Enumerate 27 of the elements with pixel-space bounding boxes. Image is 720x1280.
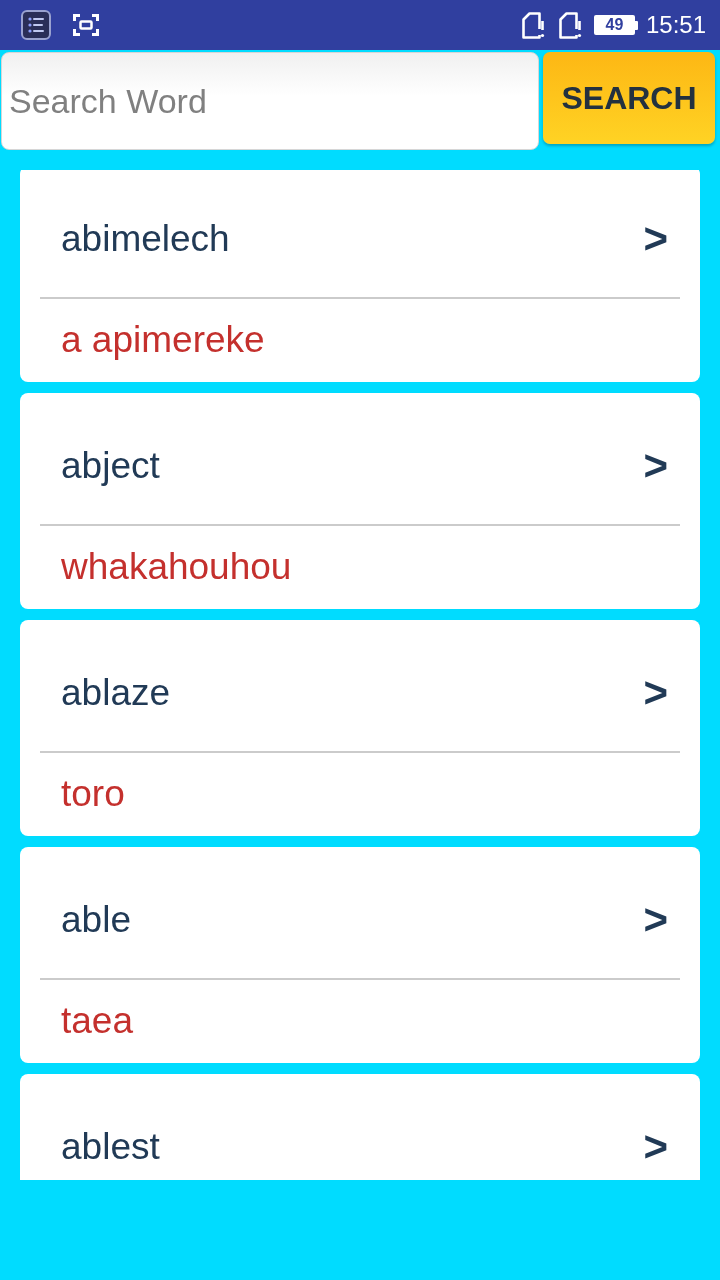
clock-time: 15:51 (645, 13, 706, 37)
headword: abimelech (61, 217, 230, 261)
headword: ablest (61, 1125, 160, 1169)
search-field[interactable]: Search Word (1, 52, 539, 150)
headword: ablaze (61, 671, 171, 715)
word-card[interactable]: ablaze > toro (20, 620, 700, 836)
chevron-glyph: > (643, 897, 668, 943)
word-card[interactable]: able > taea (20, 847, 700, 1063)
translation-text: a apimereke (61, 319, 265, 360)
search-button[interactable]: SEARCH (543, 52, 715, 144)
word-card[interactable]: ablest > (20, 1074, 700, 1180)
headword: able (61, 898, 131, 942)
sim-card-icon (521, 11, 545, 39)
chevron-glyph: > (643, 443, 668, 489)
translation-text: whakahouhou (61, 546, 292, 587)
word-card[interactable]: abject > whakahouhou (20, 393, 700, 609)
translation-text: toro (61, 773, 125, 814)
chevron-glyph: > (643, 670, 668, 716)
chevron-glyph: > (643, 1124, 668, 1170)
translation-text: taea (61, 1000, 133, 1041)
headword: abject (61, 444, 160, 488)
chevron-glyph: > (643, 216, 668, 262)
battery-percent: 49 (605, 17, 624, 33)
notes-app-icon[interactable] (21, 10, 51, 40)
sim-card-icon (558, 11, 582, 39)
screenshot-frame-icon[interactable] (73, 14, 99, 36)
word-card[interactable]: abimelech > a apimereke (20, 170, 700, 382)
